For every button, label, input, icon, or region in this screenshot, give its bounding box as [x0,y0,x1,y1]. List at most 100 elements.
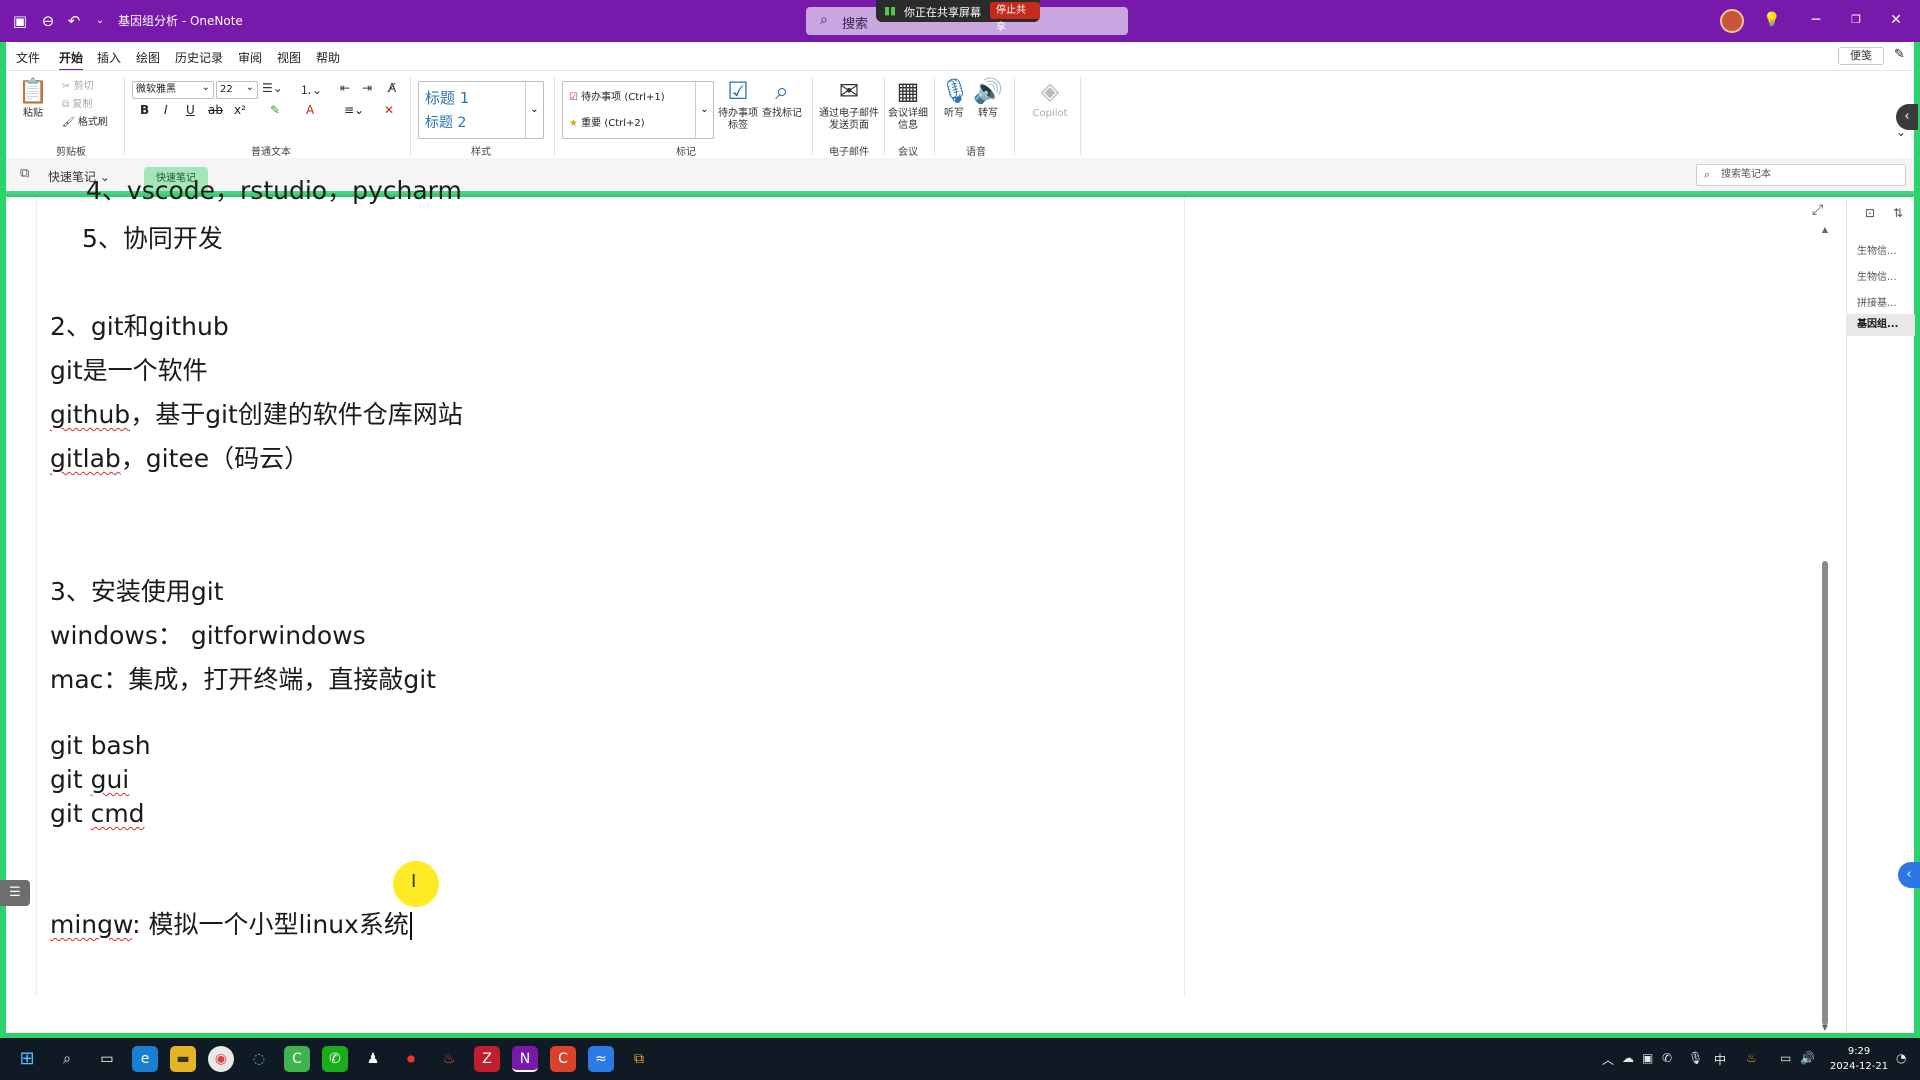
misspelled-word[interactable]: cmd [91,799,145,828]
menu-insert[interactable]: 插入 [97,49,121,66]
clear-icon[interactable]: ✕ [384,103,394,117]
tray-overflow-icon[interactable]: ︿ [1602,1051,1614,1068]
clear-formatting-icon[interactable]: A̸ [388,81,396,95]
note-line[interactable]: 3、安装使用git [50,572,224,608]
volume-icon[interactable]: 🔊 [1800,1051,1815,1065]
menu-draw[interactable]: 绘图 [136,49,160,66]
misspelled-word[interactable]: gui [91,765,130,794]
file-explorer-icon[interactable]: ▬ [170,1046,196,1072]
transcribe-button[interactable]: 🔊 转写 [972,77,1004,120]
add-page-icon[interactable]: ⊡ [1865,206,1875,220]
ime-indicator[interactable]: 中 [1714,1051,1726,1068]
windows-start-icon[interactable]: ⊞ [14,1046,40,1072]
menu-help[interactable]: 帮助 [316,49,340,66]
todo-tag-button[interactable]: ☑ 待办事项标签 [718,77,758,132]
font-size-select[interactable]: 22 [216,80,258,99]
cut-button[interactable]: ✂ 剪切 [62,77,94,92]
note-line[interactable]: mac：集成，打开终端，直接敲git [50,660,436,696]
app-icon[interactable]: C [284,1046,310,1072]
clock[interactable]: 9:29 2024-12-21 [1830,1044,1888,1074]
close-icon[interactable]: ✕ [1886,10,1906,30]
feedback-icon[interactable]: ✎ [1894,47,1905,62]
notifications-icon[interactable]: ◔ [1896,1051,1906,1065]
app-icon[interactable]: ♨ [436,1046,462,1072]
find-tags-button[interactable]: ⌕ 查找标记 [760,77,804,120]
sticky-notes-button[interactable]: 便笺 [1838,47,1884,65]
expand-icon[interactable]: ⤢ [1812,202,1823,218]
note-line[interactable]: git gui [50,765,129,794]
tag-important[interactable]: ★ 重要 (Ctrl+2) [569,114,645,129]
increase-indent-icon[interactable]: ⇥ [362,81,372,95]
notebook-search-input[interactable]: ⌕ 搜索笔记本 [1696,164,1906,186]
format-painter-button[interactable]: 🖌 格式刷 [62,113,108,128]
note-line[interactable]: windows： gitforwindows [50,616,366,652]
menu-history[interactable]: 历史记录 [175,49,223,66]
more-tags-icon[interactable]: ⌄ [695,82,713,138]
note-line[interactable]: 2、git和github [50,307,229,343]
misspelled-word[interactable]: github [50,400,130,429]
copilot-button[interactable]: ◈ Copilot [1026,77,1074,120]
font-family-select[interactable]: 微软雅黑 [132,80,214,99]
filezilla-icon[interactable]: Z [474,1046,500,1072]
app-icon[interactable]: ≈ [588,1046,614,1072]
tags-gallery[interactable]: ☑ 待办事项 (Ctrl+1) ★ 重要 (Ctrl+2) ⌄ [562,81,714,139]
underline-icon[interactable]: U [186,103,195,117]
note-line[interactable]: 4、vscode，rstudio，pycharm [86,171,462,207]
lightbulb-icon[interactable]: 💡 [1762,10,1782,30]
sort-pages-icon[interactable]: ⇅ [1893,206,1903,220]
record-icon[interactable]: ⏺ [398,1046,424,1072]
styles-gallery[interactable]: 标题 1 标题 2 ⌄ [418,81,544,139]
avatar[interactable] [1720,9,1744,33]
onedrive-icon[interactable]: ☁ [1622,1051,1634,1065]
task-view-icon[interactable]: ▭ [94,1046,120,1072]
note-line[interactable]: github，基于git创建的软件仓库网站 [50,395,463,431]
style-heading-1[interactable]: 标题 1 [425,87,469,108]
copy-button[interactable]: ⧉ 复制 [62,95,92,110]
microphone-icon[interactable]: 🎙 [1688,1051,1703,1065]
tag-todo[interactable]: ☑ 待办事项 (Ctrl+1) [569,88,665,103]
network-icon[interactable]: ▭ [1780,1051,1791,1065]
bold-icon[interactable]: B [140,103,149,117]
network-app-icon[interactable]: ◌ [246,1046,272,1072]
minimize-icon[interactable]: ─ [1806,10,1826,30]
page-item[interactable]: 拼接基... [1857,294,1897,309]
page-list-toggle-icon[interactable]: ☰ [0,880,30,906]
superscript-icon[interactable]: x² [234,103,246,117]
menu-review[interactable]: 审阅 [238,49,262,66]
note-line[interactable]: mingw: 模拟一个小型linux系统 [50,905,412,941]
more-styles-icon[interactable]: ⌄ [525,82,543,138]
email-page-button[interactable]: ✉ 通过电子邮件发送页面 [818,77,880,132]
notebook-icon[interactable]: ⧉ [20,166,29,181]
font-color-icon[interactable]: A [306,103,314,117]
vertical-scrollbar[interactable]: ▲ ▼ [1820,225,1830,1033]
numbering-icon[interactable]: ⒈⌄ [300,81,322,98]
note-line[interactable]: git是一个软件 [50,351,208,387]
note-line[interactable]: gitlab，gitee（码云） [50,439,309,475]
app-icon[interactable]: C [550,1046,576,1072]
meeting-details-button[interactable]: ▦ 会议详细信息 [888,77,928,132]
back-icon[interactable]: ⊖ [38,11,58,31]
menu-view[interactable]: 视图 [277,49,301,66]
app-icon[interactable]: ⧉ [626,1046,652,1072]
wechat-tray-icon[interactable]: ✆ [1662,1051,1672,1065]
search-icon[interactable]: ⌕ [54,1046,80,1072]
page-item[interactable]: 生物信... [1857,242,1897,257]
menu-file[interactable]: 文件 [16,49,40,66]
misspelled-word[interactable]: gitlab [50,444,121,473]
tray-app-icon[interactable]: ▣ [1642,1051,1653,1065]
page-item[interactable]: 生物信... [1857,268,1897,283]
misspelled-word[interactable]: mingw [50,910,132,939]
menu-home[interactable]: 开始 [59,49,84,71]
customize-qat-icon[interactable]: ⌄ [90,11,110,31]
tray-app-icon[interactable]: ♨ [1746,1051,1757,1065]
stop-share-button[interactable]: 停止共享 [990,2,1040,33]
italic-icon[interactable]: I [164,103,168,117]
align-icon[interactable]: ≡⌄ [344,103,364,117]
edge-browser-icon[interactable]: e [132,1046,158,1072]
scrollbar-thumb[interactable] [1822,561,1828,1025]
decrease-indent-icon[interactable]: ⇤ [340,81,350,95]
dictate-button[interactable]: 🎙 听写 [940,77,970,120]
note-canvas[interactable]: 4、vscode，rstudio，pycharm 5、协同开发 2、git和gi… [6,176,1914,1033]
page-item-selected[interactable]: 基因组... [1847,314,1915,336]
note-line[interactable]: git cmd [50,799,145,828]
